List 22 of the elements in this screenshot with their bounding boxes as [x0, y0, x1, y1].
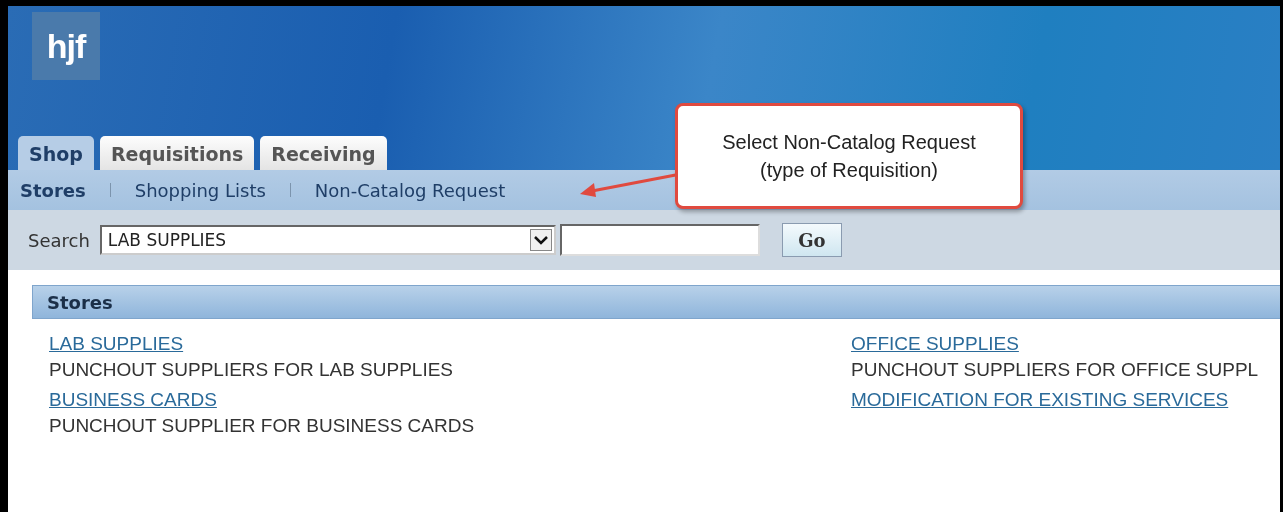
go-button[interactable]: Go — [781, 223, 842, 257]
tab[interactable]: Requisitions — [99, 136, 255, 170]
chevron-down-icon — [529, 229, 552, 251]
callout-text: Select Non-Catalog Request — [722, 130, 976, 155]
search-field[interactable] — [559, 224, 760, 256]
store-link[interactable]: OFFICE SUPPLIES — [851, 333, 1019, 355]
subnav-link[interactable]: Shopping Lists — [134, 179, 266, 201]
callout-text: (type of Requisition) — [760, 158, 938, 183]
store-link[interactable]: BUSINESS CARDS — [49, 389, 217, 411]
store-description: PUNCHOUT SUPPLIERS FOR OFFICE SUPPL — [851, 359, 1260, 381]
search-label: Search — [28, 229, 90, 251]
search-dropdown[interactable]: LAB SUPPLIES — [99, 225, 556, 255]
tab[interactable]: Shop — [18, 136, 94, 170]
store-link[interactable]: LAB SUPPLIES — [49, 333, 184, 355]
store-link[interactable]: MODIFICATION FOR EXISTING SERVICES — [851, 389, 1229, 411]
store-description: PUNCHOUT SUPPLIER FOR BUSINESS CARDS — [49, 415, 476, 437]
subnav-link[interactable]: Non-Catalog Request — [314, 179, 506, 201]
logo: hjf — [32, 12, 100, 80]
section-header: Stores — [32, 285, 1280, 319]
subnav-link[interactable]: Stores — [20, 179, 86, 201]
tab[interactable]: Receiving — [260, 136, 387, 170]
store-description: PUNCHOUT SUPPLIERS FOR LAB SUPPLIES — [49, 359, 455, 381]
